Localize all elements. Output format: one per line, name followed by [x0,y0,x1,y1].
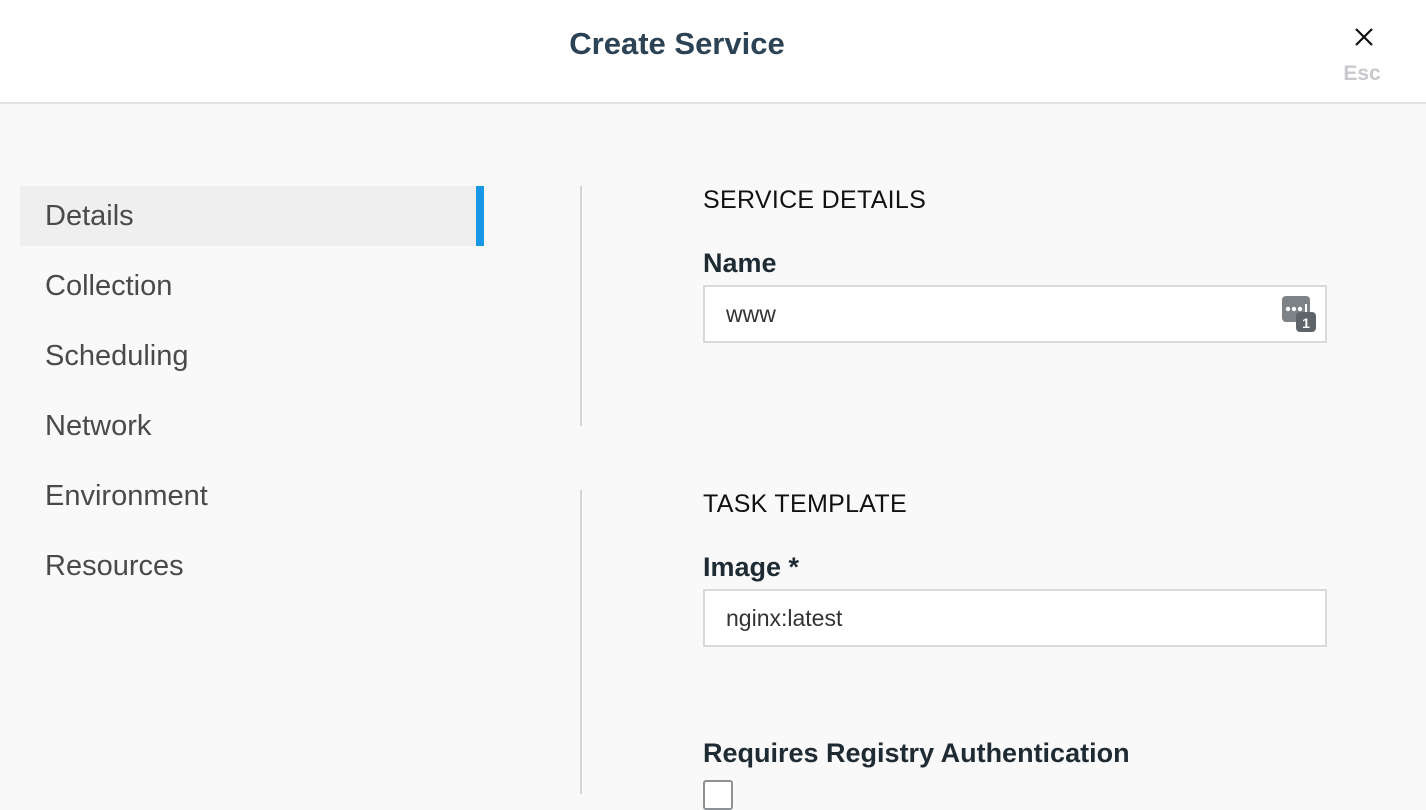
sidebar-item-network[interactable]: Network [20,396,484,456]
close-icon[interactable] [1353,26,1375,48]
sidebar-item-label: Collection [45,270,173,302]
registry-auth-label: Requires Registry Authentication [703,738,1130,768]
service-details-heading: SERVICE DETAILS [703,186,927,214]
section-divider [580,186,582,426]
image-value: nginx:latest [726,605,843,631]
sidebar-item-label: Network [45,410,152,442]
sidebar-item-label: Environment [45,480,208,512]
sidebar-item-resources[interactable]: Resources [20,536,484,596]
section-divider [580,490,582,794]
sidebar-item-label: Resources [45,550,184,582]
sidebar-item-label: Details [45,200,134,232]
keychain-password-icon[interactable]: 1 [1282,296,1316,332]
esc-label: Esc [1343,62,1381,85]
page-title: Create Service [569,26,785,61]
registry-auth-checkbox[interactable] [703,780,733,810]
sidebar-item-label: Scheduling [45,340,189,372]
name-value: www [726,301,776,327]
sidebar-item-scheduling[interactable]: Scheduling [20,326,484,386]
modal-header: Create Service Esc [0,0,1426,104]
sidebar-item-details[interactable]: Details [20,186,484,246]
name-label: Name [703,248,777,278]
close-button[interactable]: Esc [1334,18,1394,90]
name-field[interactable]: www 1 [703,285,1327,343]
sidebar-item-collection[interactable]: Collection [20,256,484,316]
svg-text:1: 1 [1302,315,1310,331]
image-label: Image * [703,552,800,582]
task-template-heading: TASK TEMPLATE [703,490,907,518]
sidebar-item-environment[interactable]: Environment [20,466,484,526]
sidebar-nav: Details Collection Scheduling Network En… [20,186,484,606]
image-field[interactable]: nginx:latest [703,589,1327,647]
